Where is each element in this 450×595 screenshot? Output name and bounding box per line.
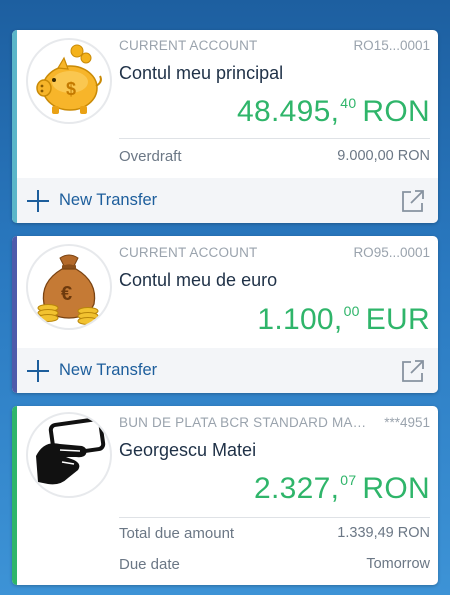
account-type: CURRENT ACCOUNT [119, 38, 258, 53]
account-card-principal[interactable]: $ CURRENT ACCOUNT RO15...0001 Contul meu… [12, 30, 438, 223]
divider [119, 517, 430, 518]
new-transfer-button[interactable]: New Transfer [17, 178, 438, 223]
piggy-bank-icon: $ [36, 44, 102, 114]
account-name: Contul meu de euro [119, 270, 278, 290]
external-link-icon[interactable] [400, 358, 426, 384]
account-type: BUN DE PLATA BCR STANDARD MASTERCARD [119, 415, 373, 430]
external-link-icon[interactable] [400, 188, 426, 214]
account-balance: 1.100,00 EUR [257, 303, 430, 337]
avatar: $ [26, 38, 112, 124]
account-number: RO15...0001 [353, 38, 430, 53]
card-stripe [12, 406, 17, 585]
total-due-label: Total due amount [119, 525, 235, 542]
due-date-value: Tomorrow [366, 556, 430, 572]
balance-currency: EUR [365, 303, 430, 336]
money-bag-icon: € [37, 254, 99, 325]
account-number: RO95...0001 [353, 245, 430, 260]
account-balance: 2.327,07 RON [254, 472, 430, 506]
account-name: Georgescu Matei [119, 440, 257, 460]
overdraft-value: 9.000,00 RON [337, 148, 430, 164]
plus-icon [27, 359, 49, 382]
balance-decimals: 07 [340, 472, 357, 488]
balance-integer: 48.495, [237, 95, 340, 128]
plus-icon [27, 189, 49, 212]
balance-integer: 2.327, [254, 472, 340, 505]
svg-text:$: $ [66, 79, 76, 99]
avatar [26, 412, 112, 498]
avatar: € [26, 244, 112, 330]
balance-integer: 1.100, [257, 303, 343, 336]
total-due-value: 1.339,49 RON [337, 525, 430, 541]
credit-card-account[interactable]: BUN DE PLATA BCR STANDARD MASTERCARD ***… [12, 406, 438, 585]
balance-decimals: 40 [340, 95, 357, 111]
credit-card-hand-icon [36, 417, 106, 485]
balance-currency: RON [362, 472, 430, 505]
account-type: CURRENT ACCOUNT [119, 245, 258, 260]
svg-text:€: € [61, 283, 72, 305]
overdraft-label: Overdraft [119, 148, 182, 165]
account-card-euro[interactable]: € CURRENT ACCOUNT RO95...0001 Contul meu… [12, 236, 438, 393]
account-number: ***4951 [384, 415, 430, 430]
balance-decimals: 00 [343, 303, 360, 319]
balance-currency: RON [362, 95, 430, 128]
new-transfer-label: New Transfer [59, 361, 158, 379]
account-balance: 48.495,40 RON [237, 95, 430, 129]
new-transfer-button[interactable]: New Transfer [17, 348, 438, 393]
due-date-label: Due date [119, 556, 180, 573]
divider [119, 138, 430, 139]
account-name: Contul meu principal [119, 63, 284, 83]
new-transfer-label: New Transfer [59, 191, 158, 209]
